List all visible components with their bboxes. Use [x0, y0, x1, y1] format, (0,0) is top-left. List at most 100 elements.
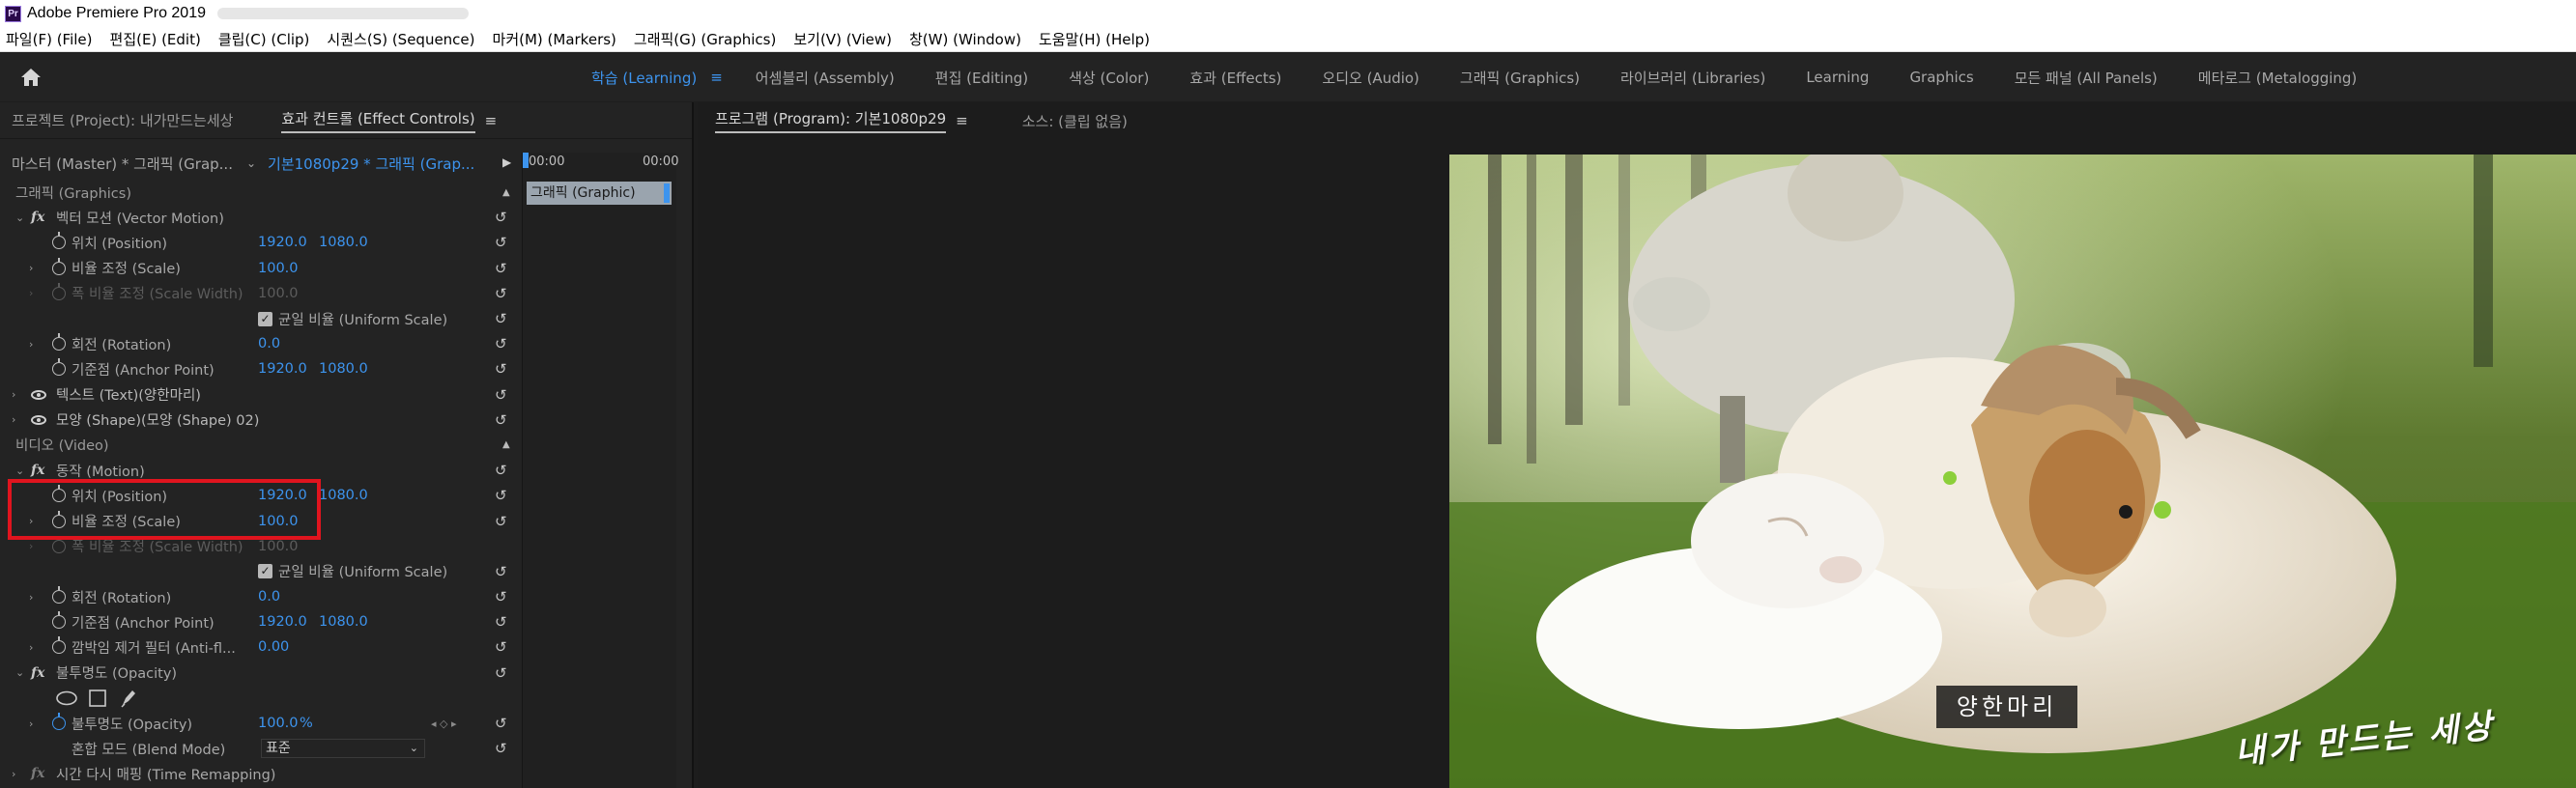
- menu-markers[interactable]: 마커(M) (Markers): [493, 29, 616, 49]
- reset-icon[interactable]: ↺: [495, 613, 507, 631]
- workspace-assembly[interactable]: 어셈블리 (Assembly): [756, 68, 895, 88]
- timeline-clip-graphic[interactable]: 그래픽 (Graphic): [527, 182, 672, 205]
- home-icon[interactable]: [17, 64, 44, 91]
- fx-badge-icon[interactable]: fx: [31, 463, 44, 478]
- layer-text[interactable]: › 텍스트 (Text)(양한마리) ↺: [0, 382, 522, 408]
- anti-flicker-value[interactable]: 0.00: [258, 639, 289, 655]
- scale-value[interactable]: 100.0: [258, 261, 299, 276]
- menu-clip[interactable]: 클립(C) (Clip): [218, 29, 310, 49]
- reset-icon[interactable]: ↺: [495, 335, 507, 352]
- menu-edit[interactable]: 편집(E) (Edit): [110, 29, 201, 49]
- uniform-scale-checkbox[interactable]: ✓: [258, 564, 272, 579]
- reset-icon[interactable]: ↺: [495, 285, 507, 302]
- workspace-graphics-en[interactable]: Graphics: [1909, 69, 1973, 86]
- fx-badge-icon[interactable]: fx: [31, 665, 44, 681]
- master-clip-label[interactable]: 마스터 (Master) * 그래픽 (Grap...: [12, 154, 233, 174]
- workspace-libraries[interactable]: 라이브러리 (Libraries): [1620, 68, 1765, 88]
- twirl-right-icon[interactable]: ›: [29, 641, 33, 654]
- tab-source[interactable]: 소스: (클립 없음): [1022, 111, 1128, 131]
- reset-icon[interactable]: ↺: [495, 664, 507, 682]
- scale-value[interactable]: 100.0: [258, 514, 299, 529]
- stopwatch-active-icon[interactable]: [52, 713, 66, 731]
- reset-icon[interactable]: ↺: [495, 360, 507, 378]
- twirl-right-icon[interactable]: ›: [29, 515, 33, 527]
- opacity-value[interactable]: 100.0: [258, 716, 299, 731]
- keyframe-nav-icon[interactable]: ◂ ◇ ▸: [431, 718, 457, 730]
- reset-icon[interactable]: ↺: [495, 740, 507, 757]
- menu-window[interactable]: 창(W) (Window): [909, 29, 1021, 49]
- reset-icon[interactable]: ↺: [495, 638, 507, 656]
- workspace-learning-en[interactable]: Learning: [1806, 69, 1869, 86]
- twirl-right-icon[interactable]: ›: [12, 388, 15, 401]
- menu-graphics[interactable]: 그래픽(G) (Graphics): [634, 29, 776, 49]
- stopwatch-icon[interactable]: [52, 636, 66, 655]
- panel-menu-icon[interactable]: ≡: [485, 112, 498, 129]
- reset-icon[interactable]: ↺: [495, 715, 507, 732]
- workspace-graphics[interactable]: 그래픽 (Graphics): [1460, 68, 1580, 88]
- stopwatch-icon[interactable]: [52, 232, 66, 250]
- eye-icon[interactable]: [31, 389, 46, 400]
- workspace-learning-active[interactable]: 학습 (Learning): [591, 68, 697, 88]
- twirl-right-icon[interactable]: ›: [29, 591, 33, 604]
- workspace-all-panels[interactable]: 모든 패널 (All Panels): [2015, 68, 2158, 88]
- tab-project[interactable]: 프로젝트 (Project): 내가만드는세상: [12, 110, 233, 130]
- uniform-scale-checkbox[interactable]: ✓: [258, 311, 272, 326]
- reset-icon[interactable]: ↺: [495, 563, 507, 580]
- ellipse-mask-icon[interactable]: [56, 690, 77, 706]
- reset-icon[interactable]: ↺: [495, 588, 507, 605]
- effect-controls-timeline[interactable]: 00:00 00:00 그래픽 (Graphic): [522, 153, 678, 788]
- rectangle-mask-icon[interactable]: [89, 689, 106, 707]
- position-y-value[interactable]: 1080.0: [319, 235, 368, 250]
- stopwatch-icon[interactable]: [52, 611, 66, 630]
- workspace-effects[interactable]: 효과 (Effects): [1189, 68, 1281, 88]
- workspace-editing[interactable]: 편집 (Editing): [935, 68, 1028, 88]
- anchor-y-value[interactable]: 1080.0: [319, 614, 368, 630]
- reset-icon[interactable]: ↺: [495, 209, 507, 226]
- collapse-up-icon[interactable]: ▲: [502, 439, 510, 450]
- rotation-value[interactable]: 0.0: [258, 336, 280, 352]
- program-video-viewer[interactable]: 양한마리 내가 만드는 세상: [1449, 155, 2576, 788]
- play-triangle-icon[interactable]: ▶: [502, 155, 511, 169]
- reset-icon[interactable]: ↺: [495, 513, 507, 530]
- fx-badge-icon[interactable]: fx: [31, 210, 44, 225]
- effect-vector-motion[interactable]: ⌄ fx 벡터 모션 (Vector Motion) ↺: [0, 205, 522, 230]
- stopwatch-icon[interactable]: [52, 257, 66, 275]
- collapse-up-icon[interactable]: ▲: [502, 187, 510, 198]
- workspace-audio[interactable]: 오디오 (Audio): [1322, 68, 1419, 88]
- position-x-value[interactable]: 1920.0: [258, 488, 307, 503]
- twirl-down-icon[interactable]: ⌄: [15, 464, 24, 477]
- section-graphics[interactable]: 그래픽 (Graphics) ▲: [0, 180, 522, 205]
- position-x-value[interactable]: 1920.0: [258, 235, 307, 250]
- menu-sequence[interactable]: 시퀀스(S) (Sequence): [327, 29, 474, 49]
- tab-program[interactable]: 프로그램 (Program): 기본1080p29: [715, 108, 947, 133]
- twirl-right-icon[interactable]: ›: [12, 413, 15, 426]
- twirl-right-icon[interactable]: ›: [12, 768, 15, 780]
- anchor-x-value[interactable]: 1920.0: [258, 614, 307, 630]
- anchor-x-value[interactable]: 1920.0: [258, 361, 307, 377]
- position-y-value[interactable]: 1080.0: [319, 488, 368, 503]
- reset-icon[interactable]: ↺: [495, 462, 507, 479]
- effect-time-remapping[interactable]: › fx 시간 다시 매핑 (Time Remapping): [0, 761, 522, 786]
- reset-icon[interactable]: ↺: [495, 260, 507, 277]
- rotation-value[interactable]: 0.0: [258, 589, 280, 605]
- effect-opacity[interactable]: ⌄ fx 불투명도 (Opacity) ↺: [0, 661, 522, 686]
- chevron-down-icon[interactable]: ⌄: [246, 156, 256, 170]
- reset-icon[interactable]: ↺: [495, 411, 507, 429]
- tab-effect-controls[interactable]: 효과 컨트롤 (Effect Controls): [281, 108, 475, 133]
- panel-menu-icon[interactable]: ≡: [956, 112, 968, 129]
- workspace-color[interactable]: 색상 (Color): [1069, 68, 1149, 88]
- reset-icon[interactable]: ↺: [495, 487, 507, 504]
- twirl-right-icon[interactable]: ›: [29, 338, 33, 351]
- stopwatch-icon[interactable]: [52, 485, 66, 503]
- twirl-right-icon[interactable]: ›: [29, 718, 33, 730]
- blend-mode-dropdown[interactable]: 표준 ⌄: [261, 739, 425, 759]
- effect-motion[interactable]: ⌄ fx 동작 (Motion) ↺: [0, 458, 522, 483]
- section-video[interactable]: 비디오 (Video) ▲: [0, 433, 522, 458]
- layer-shape[interactable]: › 모양 (Shape)(모양 (Shape) 02) ↺: [0, 408, 522, 433]
- menu-file[interactable]: 파일(F) (File): [6, 29, 93, 49]
- twirl-down-icon[interactable]: ⌄: [15, 211, 24, 224]
- menu-view[interactable]: 보기(V) (View): [793, 29, 892, 49]
- workspace-metalogging[interactable]: 메타로그 (Metalogging): [2198, 68, 2358, 88]
- text-title-overlay[interactable]: 양한마리: [1936, 686, 2077, 728]
- pen-mask-icon[interactable]: [120, 689, 137, 708]
